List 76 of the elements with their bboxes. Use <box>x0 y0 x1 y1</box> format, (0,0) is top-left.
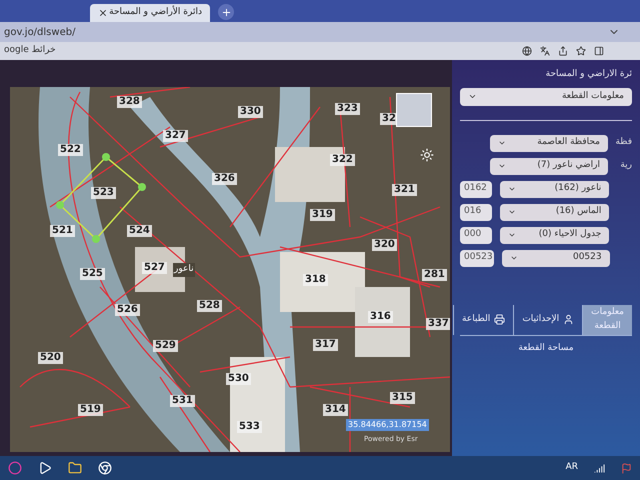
parcel-number[interactable]: 318 <box>303 274 328 286</box>
field-select[interactable]: جدول الاحياء (0) <box>500 226 610 244</box>
bookmark-link[interactable]: oogle خرائط <box>4 44 56 58</box>
new-tab-button[interactable] <box>218 4 234 20</box>
globe-icon[interactable] <box>522 46 532 56</box>
parcel-number[interactable]: 319 <box>310 209 335 221</box>
parcel-number[interactable]: 528 <box>197 300 222 312</box>
parcel-number[interactable]: 521 <box>50 225 75 237</box>
parcel-number[interactable]: 320 <box>372 239 397 251</box>
code-field[interactable]: 016 <box>460 204 492 220</box>
field-select[interactable]: الماس (16) <box>500 204 610 220</box>
parcel-number[interactable]: 526 <box>115 304 140 316</box>
parcel-number[interactable]: 321 <box>392 184 417 196</box>
sun-icon[interactable] <box>420 148 434 162</box>
language-indicator[interactable]: AR <box>566 461 578 475</box>
person-icon <box>563 314 574 325</box>
code-field[interactable]: 000 <box>460 226 492 244</box>
parcel-number[interactable]: 519 <box>78 404 103 416</box>
mode-select[interactable]: معلومات القطعة <box>460 88 632 106</box>
parcel-number[interactable]: 322 <box>330 154 355 166</box>
flag-icon[interactable] <box>621 462 632 474</box>
code-field[interactable]: 00523 <box>460 250 494 266</box>
parcel-number[interactable]: 328 <box>117 96 142 108</box>
panel-tab[interactable]: الطباعة <box>453 304 514 334</box>
caret-icon <box>508 208 516 216</box>
field-label: رية <box>619 159 632 172</box>
parcel-number[interactable]: 281 <box>422 269 447 281</box>
panel-tab[interactable]: الإحداثيات <box>513 304 582 334</box>
browser-icon[interactable] <box>98 461 112 475</box>
parcel-number[interactable]: 323 <box>335 103 360 115</box>
translate-icon[interactable] <box>540 46 550 56</box>
parcel-number[interactable]: 525 <box>80 268 105 280</box>
parcel-number[interactable]: 330 <box>238 106 263 118</box>
caret-icon <box>498 162 506 170</box>
parcel-number[interactable]: 524 <box>127 225 152 237</box>
section-heading: مساحة القطعة <box>517 342 575 354</box>
side-panel-icon[interactable] <box>594 46 604 56</box>
parcel-number[interactable]: 337 <box>426 318 450 330</box>
close-icon[interactable] <box>98 8 108 18</box>
parcel-number[interactable]: 314 <box>323 404 348 416</box>
caret-icon <box>468 92 477 101</box>
media-icon[interactable] <box>38 461 52 475</box>
start-icon[interactable] <box>8 461 22 475</box>
signal-icon[interactable] <box>594 462 605 474</box>
coordinates-label: 35.84466,31.87154 <box>346 419 429 431</box>
caret-icon <box>508 231 516 239</box>
caret-icon <box>510 254 518 262</box>
field-select[interactable]: محافظة العاصمة <box>490 134 608 152</box>
parcel-number[interactable]: 530 <box>226 373 251 385</box>
field-select[interactable]: ناعور (162) <box>500 180 610 198</box>
district-label: ناعور <box>173 263 195 276</box>
field-select[interactable]: 00523 <box>502 250 610 266</box>
parcel-number[interactable]: 520 <box>38 352 63 364</box>
code-field[interactable]: 0162 <box>460 180 492 198</box>
star-icon[interactable] <box>576 46 586 56</box>
parcel-number[interactable]: 527 <box>142 262 167 274</box>
printer-icon <box>494 314 506 325</box>
parcel-number[interactable]: 523 <box>91 187 116 199</box>
parcel-number[interactable]: 315 <box>390 392 415 404</box>
browser-tab[interactable]: دائرة الأراضي و المساحة <box>90 4 210 22</box>
field-label: فظة <box>616 136 632 150</box>
parcel-number[interactable]: 326 <box>212 173 237 185</box>
parcel-number[interactable]: 522 <box>58 144 83 156</box>
plus-icon <box>220 6 232 18</box>
parcel-number[interactable]: 316 <box>368 311 393 323</box>
folder-icon[interactable] <box>68 461 82 475</box>
parcel-number[interactable]: 531 <box>170 395 195 407</box>
field-select[interactable]: اراضي ناعور (7) <box>490 158 608 174</box>
caret-icon <box>508 185 516 193</box>
parcel-number[interactable]: 529 <box>153 340 178 352</box>
caret-icon <box>498 139 506 147</box>
parcel-number[interactable]: 533 <box>237 421 262 433</box>
parcel-number[interactable]: 317 <box>313 339 338 351</box>
parcel-number[interactable]: 327 <box>163 130 188 142</box>
panel-title: ئرة الاراضي و المساحة <box>544 68 632 81</box>
share-icon[interactable] <box>558 46 568 56</box>
